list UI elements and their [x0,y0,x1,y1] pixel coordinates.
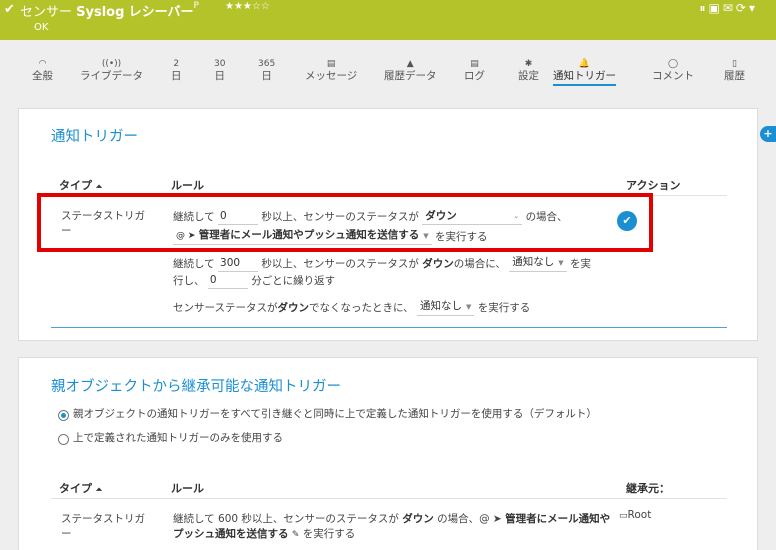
notification-select-2[interactable]: 通知なし ▼ [509,255,567,272]
tab-history[interactable]: ▯ 履歴 [724,58,745,82]
tab-settings[interactable]: ✱ 設定 [518,58,539,82]
latency-input-2[interactable]: 300 [218,256,259,272]
divider [51,498,727,499]
history-icon: ▯ [732,59,737,69]
tab-notification-triggers[interactable]: 🔔 通知トリガー [553,58,616,86]
tab-comments[interactable]: ◯ コメント [652,58,694,82]
gear-icon: ✱ [524,59,533,69]
rule-2-line-1: 継続して 300 秒以上、センサーのステータスが ダウンの場合に、 通知なし ▼ … [173,255,591,272]
column-rule-header: ルール [171,179,204,192]
highlight-box [37,193,653,252]
status-text: OK [34,22,49,33]
column-type-header[interactable]: タイプ ⏶ [59,480,102,496]
comment-icon: ◯ [667,59,679,69]
tab-bar: ◠ 全般 ((•)) ライブデータ 2日 30 日 365 日 ▤ メッセージ ▲ 履歴デー… [0,40,776,92]
column-inherit-header: 継承元： [626,482,670,495]
page-title: センサー Syslog レシーバーP [20,1,199,20]
message-icon: ▤ [326,59,336,69]
flag-icon[interactable]: P [193,1,198,11]
tab-historic-data[interactable]: ▲ 履歴データ [384,58,437,82]
page-header: ✔ センサー Syslog レシーバーP ★★★☆☆ OK ⏸▣✉⟳▾ [0,0,776,40]
tab-365-days[interactable]: 365 日 [258,58,275,82]
repeat-input[interactable]: 0 [207,273,248,289]
tab-live-data[interactable]: ((•)) ライブデータ [80,58,143,82]
gauge-icon: ◠ [38,59,47,69]
caret-down-icon: ▼ [558,259,564,267]
device-icon: ▭ [619,511,628,521]
column-action-header: アクション [626,179,681,192]
priority-stars[interactable]: ★★★☆☆ [225,1,270,12]
inherit-source[interactable]: ▭Root [619,508,651,524]
rule-2-line-2: 行し、 0 分ごとに繰り返す [173,273,336,289]
column-rule-header: ルール [171,482,204,495]
tab-log[interactable]: ▤ ログ [464,58,485,82]
column-type-header[interactable]: タイプ ⏶ [59,177,102,193]
bell-icon: 🔔 [578,59,591,69]
edit-icon: ✎ [291,530,300,540]
radio-inherit-all-label[interactable]: 親オブジェクトの通知トリガーをすべて引き継ぐと同時に上で定義した通知トリガーを使… [73,407,597,422]
inherited-triggers-panel: 親オブジェクトから継承可能な通知トリガー 親オブジェクトの通知トリガーをすべて引… [18,357,758,550]
sort-up-icon: ⏶ [95,182,103,191]
tab-2-days[interactable]: 2日 [171,58,182,82]
panel-title: 親オブジェクトから継承可能な通知トリガー [51,379,341,395]
radio-inherit-all[interactable] [58,410,69,421]
status-check-icon: ✔ [4,2,15,17]
caret-down-icon: ▼ [466,303,472,311]
notification-select-3[interactable]: 通知なし ▼ [417,299,475,316]
panel-title: 通知トリガー [51,129,138,145]
row-type: ステータストリガー [61,513,145,540]
live-icon: ((•)) [101,59,122,69]
rule-3: センサーステータスがダウンでなくなったときに、 通知なし ▼ を実行する [173,299,531,316]
radio-own-only[interactable] [58,434,69,445]
panel-divider [51,327,727,328]
header-action-icons[interactable]: ⏸▣✉⟳▾ [700,1,758,16]
log-icon: ▤ [470,59,479,69]
inherited-rule: 継続して 600 秒以上、センサーのステータスが ダウン の場合、@ ➤ 管理者… [173,513,611,540]
radio-own-only-label[interactable]: 上で定義された通知トリガーのみを使用する [73,431,283,446]
chart-icon: ▲ [406,59,414,69]
tab-30-days[interactable]: 30 日 [214,58,225,82]
tab-messages[interactable]: ▤ メッセージ [305,58,357,82]
tab-general[interactable]: ◠ 全般 [32,58,53,82]
add-trigger-icon[interactable]: + [760,126,776,142]
sort-up-icon: ⏶ [95,485,103,494]
